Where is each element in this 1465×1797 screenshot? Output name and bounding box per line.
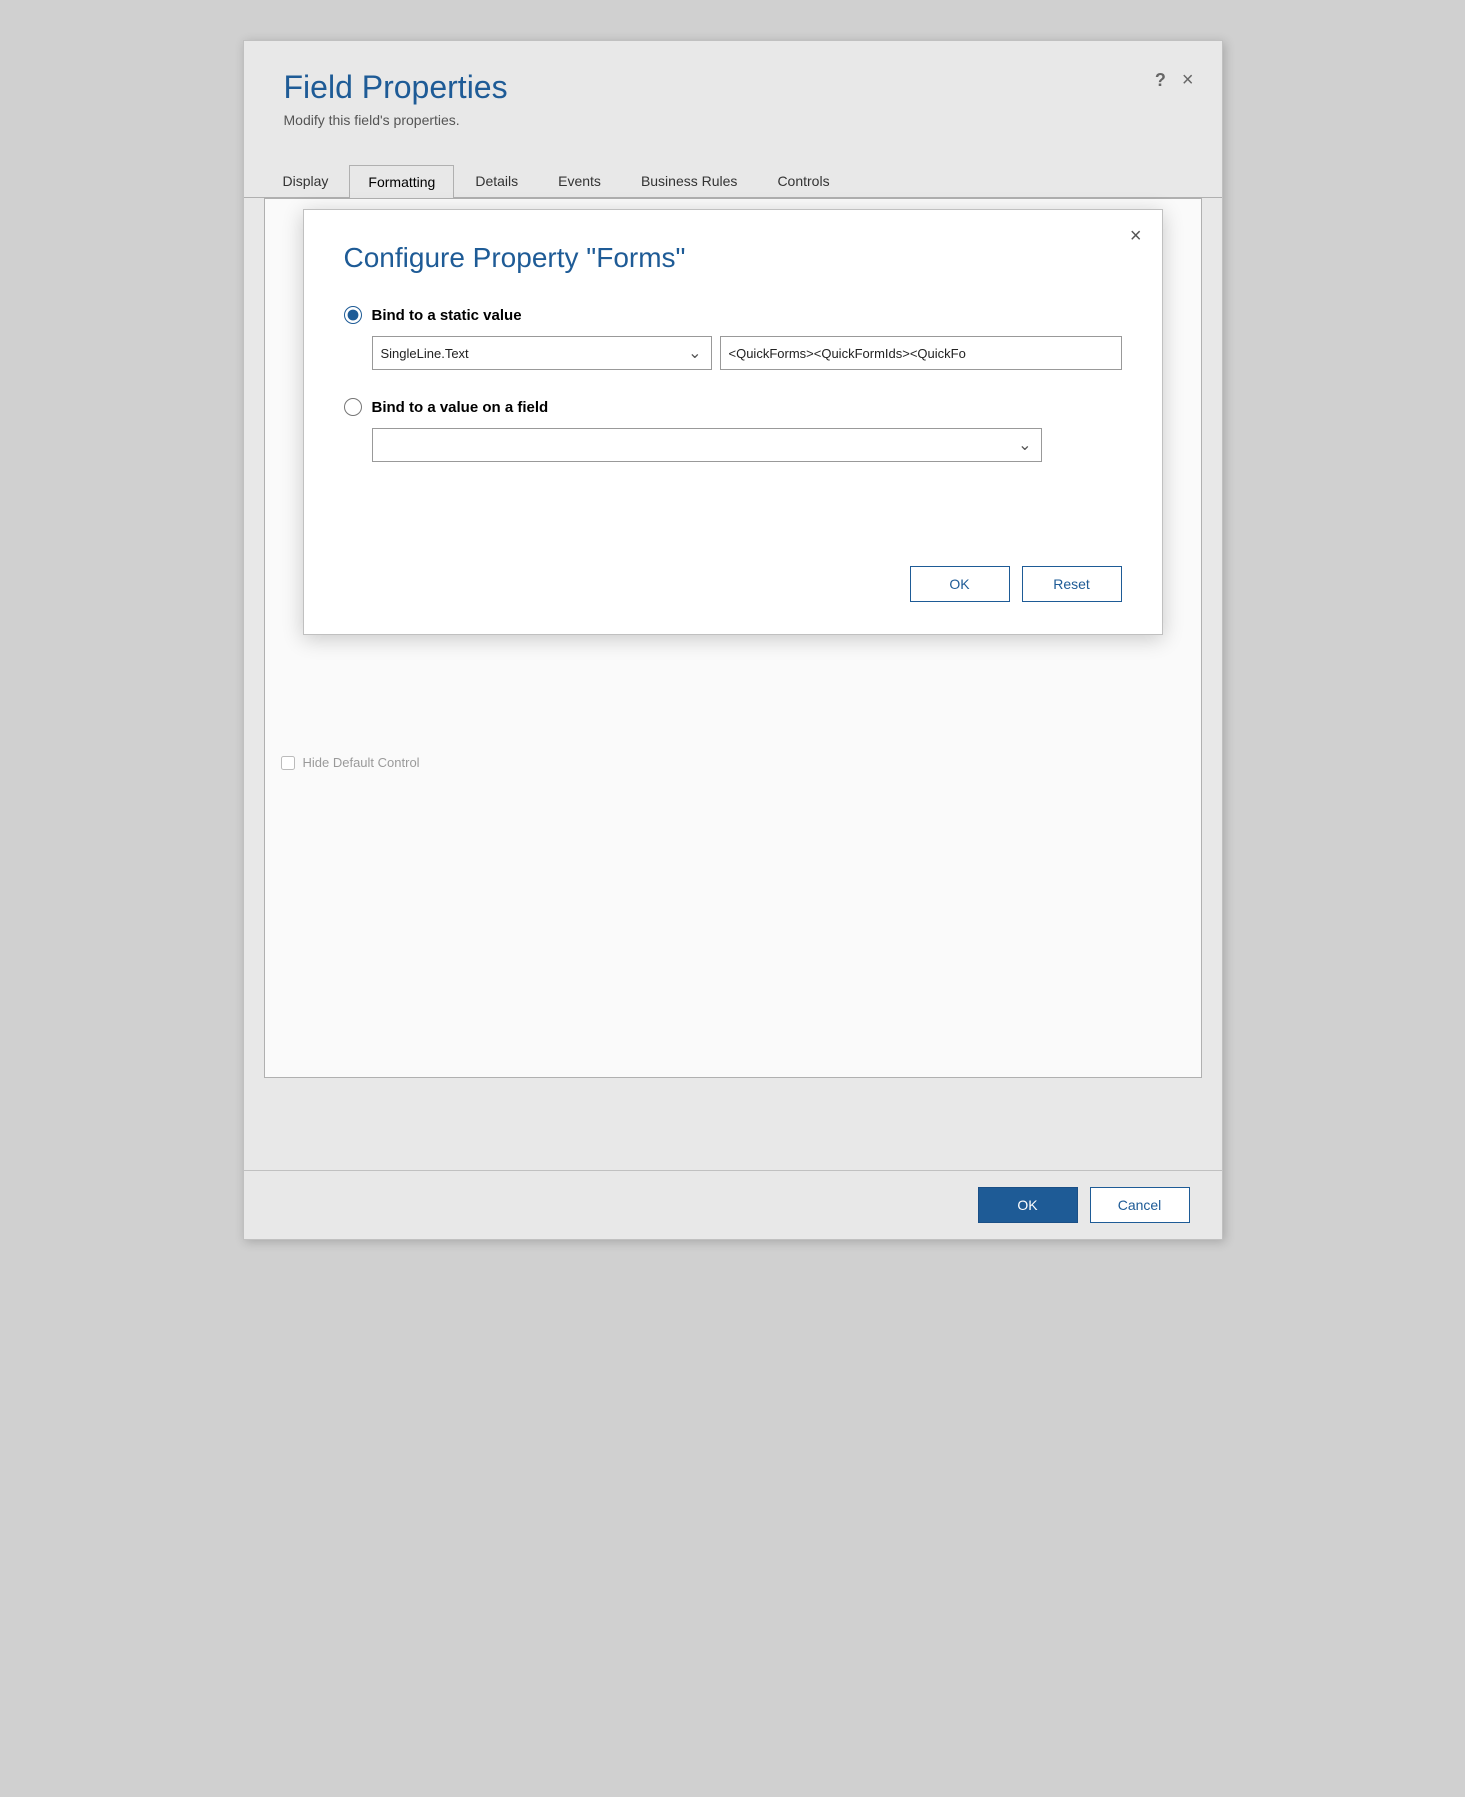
bind-static-option: Bind to a static value xyxy=(344,306,1122,324)
modal-title: Configure Property "Forms" xyxy=(344,242,1122,274)
bind-static-label: Bind to a static value xyxy=(372,307,522,324)
modal-overlay: × Configure Property "Forms" Bind to a s… xyxy=(265,199,1201,1077)
field-properties-dialog: Field Properties Modify this field's pro… xyxy=(243,40,1223,1240)
tab-events[interactable]: Events xyxy=(539,164,620,197)
field-dropdown[interactable] xyxy=(372,428,1042,462)
tab-formatting[interactable]: Formatting xyxy=(349,165,454,198)
tabs-bar: Display Formatting Details Events Busine… xyxy=(244,164,1222,198)
bind-field-option: Bind to a value on a field xyxy=(344,398,1122,416)
tab-content-panel: × Configure Property "Forms" Bind to a s… xyxy=(264,198,1202,1078)
dialog-subtitle: Modify this field's properties. xyxy=(284,112,1182,128)
field-dropdown-wrapper xyxy=(372,428,1042,462)
modal-footer: OK Reset xyxy=(344,542,1122,602)
static-value-row: SingleLine.Text MultiLine.Text Whole.Non… xyxy=(372,336,1122,370)
modal-reset-button[interactable]: Reset xyxy=(1022,566,1122,602)
modal-close-icon[interactable]: × xyxy=(1130,226,1142,246)
field-value-row xyxy=(372,428,1122,462)
configure-property-modal: × Configure Property "Forms" Bind to a s… xyxy=(303,209,1163,635)
bind-field-label: Bind to a value on a field xyxy=(372,399,549,416)
help-icon[interactable]: ? xyxy=(1155,70,1166,91)
tab-details[interactable]: Details xyxy=(456,164,537,197)
bottom-bar: OK Cancel xyxy=(244,1170,1222,1239)
static-value-input[interactable] xyxy=(720,336,1122,370)
tab-display[interactable]: Display xyxy=(264,164,348,197)
bind-field-radio[interactable] xyxy=(344,398,362,416)
footer-ok-button[interactable]: OK xyxy=(978,1187,1078,1223)
tab-controls[interactable]: Controls xyxy=(758,164,848,197)
modal-ok-button[interactable]: OK xyxy=(910,566,1010,602)
dialog-header: Field Properties Modify this field's pro… xyxy=(244,41,1222,140)
content-area: × Configure Property "Forms" Bind to a s… xyxy=(244,198,1222,1170)
dialog-title: Field Properties xyxy=(284,69,1182,106)
bind-static-radio[interactable] xyxy=(344,306,362,324)
dialog-header-actions: ? × xyxy=(1155,69,1194,92)
tab-business-rules[interactable]: Business Rules xyxy=(622,164,757,197)
type-dropdown[interactable]: SingleLine.Text MultiLine.Text Whole.Non… xyxy=(372,336,712,370)
dialog-close-icon[interactable]: × xyxy=(1182,69,1194,92)
type-select-wrapper: SingleLine.Text MultiLine.Text Whole.Non… xyxy=(372,336,712,370)
footer-cancel-button[interactable]: Cancel xyxy=(1090,1187,1190,1223)
